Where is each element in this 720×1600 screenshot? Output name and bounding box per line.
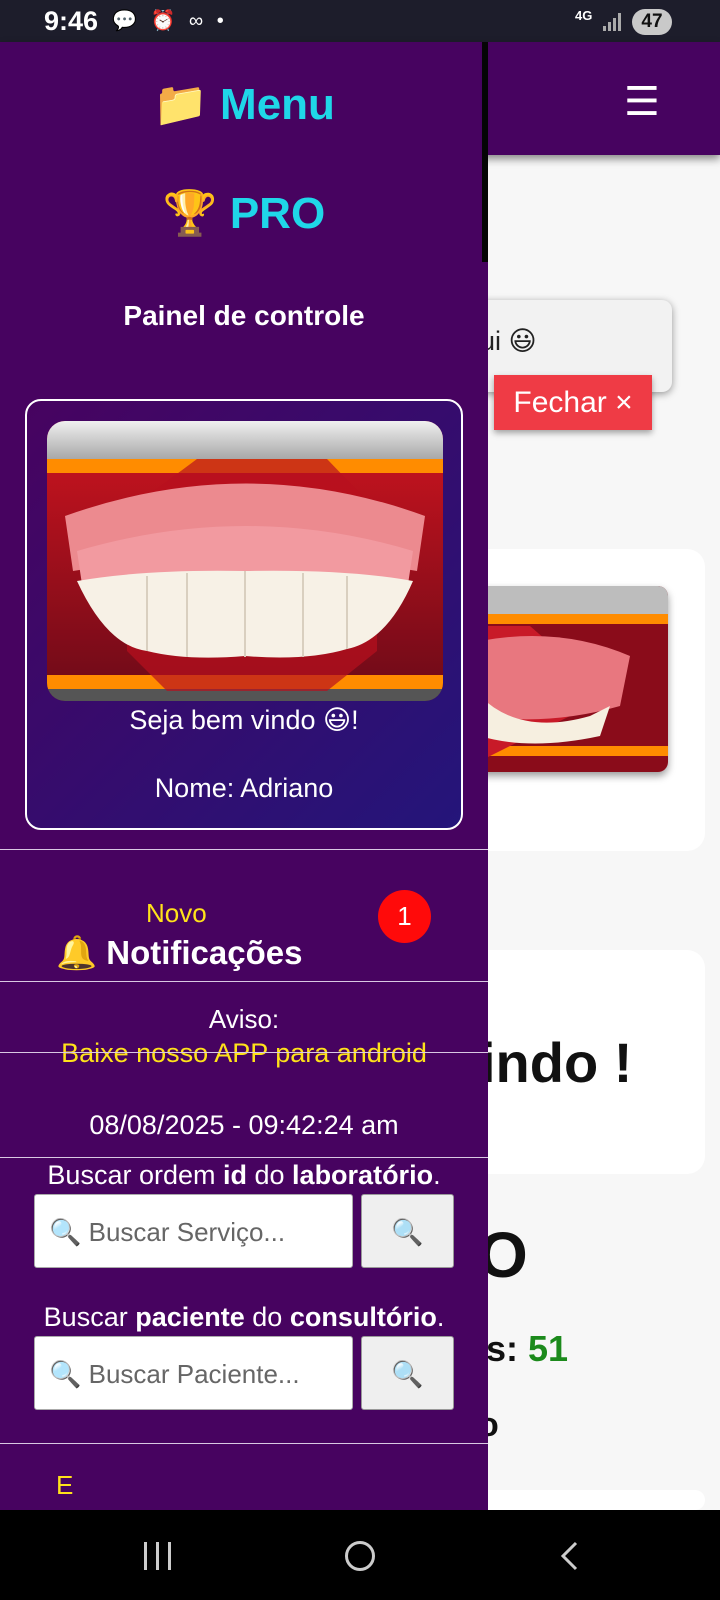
hamburger-menu-icon[interactable]: ☰ xyxy=(624,82,660,122)
navigation-bar xyxy=(0,1510,720,1600)
menu-title: 📁 Menu xyxy=(153,80,335,129)
signal-icon xyxy=(603,13,621,31)
toast-text: ui 😃 xyxy=(480,326,537,356)
notification-badge: 1 xyxy=(378,890,431,943)
control-panel-link[interactable]: Painel de controle xyxy=(0,300,488,332)
search-order-button[interactable]: 🔍 xyxy=(361,1194,454,1268)
recent-apps-icon[interactable] xyxy=(144,1542,174,1570)
search-patient-input[interactable]: 🔍 Buscar Paciente... xyxy=(34,1336,353,1410)
back-icon[interactable] xyxy=(554,1540,586,1572)
background-card xyxy=(470,1490,705,1510)
drawer-edge xyxy=(482,42,488,262)
welcome-card: Seja bem vindo 😃! Nome: Adriano xyxy=(25,399,463,830)
side-drawer: 📁 Menu 🏆 PRO Painel de controle Seja bem… xyxy=(0,42,488,1510)
notice-label: Aviso: xyxy=(208,1004,280,1034)
divider xyxy=(0,1157,488,1158)
screen: 9:46 💬 ⏰ ∞ • 4G 47 ☰ ui 😃 Fechar × indo … xyxy=(0,0,720,1600)
network-type: 4G xyxy=(575,8,593,23)
status-bar: 9:46 💬 ⏰ ∞ • 4G 47 xyxy=(0,0,720,42)
notifications-link[interactable]: 🔔 Notificações xyxy=(56,934,303,973)
user-name: Nome: Adriano xyxy=(154,773,334,803)
count-value: 51 xyxy=(528,1328,569,1369)
welcome-message: Seja bem vindo 😃! xyxy=(129,705,359,735)
divider xyxy=(0,849,488,850)
divider xyxy=(0,1443,488,1444)
notice-link[interactable]: Baixe nosso APP para android xyxy=(0,1038,488,1069)
welcome-heading: indo ! xyxy=(480,1031,633,1094)
dental-banner-image xyxy=(47,421,443,701)
search-patient-button[interactable]: 🔍 xyxy=(361,1336,454,1410)
divider xyxy=(0,1052,488,1053)
count-label: s: 51 xyxy=(486,1328,568,1370)
count-prefix: s: xyxy=(486,1328,529,1369)
home-icon[interactable] xyxy=(345,1541,375,1571)
drawer-cut-off-text: E xyxy=(56,1470,74,1500)
search-order-input[interactable]: 🔍 Buscar Serviço... xyxy=(34,1194,353,1268)
pro-badge: 🏆 PRO xyxy=(162,189,326,238)
search-patient-label: Buscar paciente do consultório. xyxy=(43,1302,445,1332)
dental-banner-image xyxy=(470,586,668,772)
battery-icon: 47 xyxy=(632,9,672,35)
search-order-label: Buscar ordem id do laboratório. xyxy=(47,1160,441,1190)
divider xyxy=(0,981,488,982)
new-label: Novo xyxy=(146,898,207,928)
close-toast-button[interactable]: Fechar × xyxy=(494,375,652,430)
notification-icons: 💬 ⏰ ∞ • xyxy=(112,10,228,32)
status-time: 9:46 xyxy=(44,6,99,36)
current-datetime: 08/08/2025 - 09:42:24 am xyxy=(89,1110,399,1140)
